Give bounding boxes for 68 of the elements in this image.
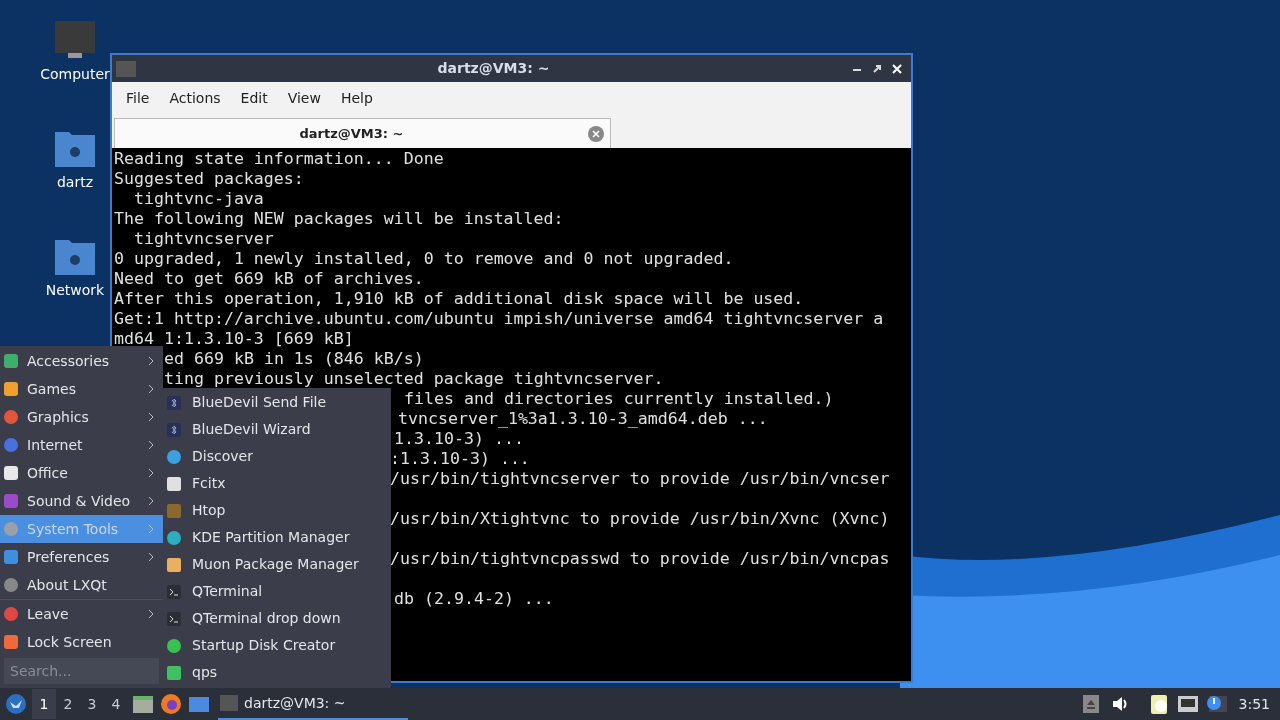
menu-item[interactable]: Startup Disk Creator bbox=[163, 632, 391, 659]
network-icon[interactable] bbox=[1176, 695, 1199, 713]
task-button[interactable]: dartz@VM3: ~ bbox=[218, 688, 408, 720]
output-line: /usr/bin/Xtightvnc to provide /usr/bin/Xvnc (Xvnc) bbox=[390, 509, 890, 529]
menu-item[interactable]: QTerminal bbox=[163, 578, 391, 605]
output-line: files and directories currently installed.) bbox=[404, 389, 834, 409]
menu-item[interactable]: Graphics bbox=[0, 403, 163, 431]
output-line: tightvnc-java bbox=[132, 189, 264, 209]
output-line: /usr/bin/tightvncserver to provide /usr/bin/vncser bbox=[390, 469, 890, 489]
menu-item[interactable]: About LXQt bbox=[0, 571, 163, 599]
clock[interactable]: 3:51 bbox=[1238, 693, 1270, 715]
search-field[interactable]: Search... bbox=[4, 658, 159, 684]
desktop-switch[interactable]: 2 bbox=[56, 689, 80, 719]
maximize-icon[interactable] bbox=[871, 62, 883, 75]
menu-item[interactable]: Sound & Video bbox=[0, 487, 163, 515]
menu-item[interactable]: BlueDevil Send File bbox=[163, 389, 391, 416]
menu-item[interactable]: Fcitx bbox=[163, 470, 391, 497]
menu-item[interactable]: View bbox=[277, 87, 331, 109]
output-line: :1.3.10-3) ... bbox=[390, 449, 530, 469]
desktop-switch[interactable]: 4 bbox=[104, 689, 128, 719]
window-title: dartz@VM3: ~ bbox=[436, 59, 551, 78]
output-line: ed 669 kB in 1s (846 kB/s) bbox=[164, 349, 424, 369]
output-line: After this operation, 1,910 kB of additional disk space will be used. bbox=[114, 289, 804, 309]
menu-item[interactable]: Lock Screen bbox=[0, 628, 163, 656]
menu-item[interactable]: Preferences bbox=[0, 543, 163, 571]
menu-item[interactable]: Internet bbox=[0, 431, 163, 459]
close-icon[interactable] bbox=[891, 62, 903, 75]
output-line: Reading state information... Done bbox=[114, 149, 444, 169]
output-line: tvncserver_1%3a1.3.10-3_amd64.deb ... bbox=[398, 409, 768, 429]
icon-label: dartz bbox=[56, 173, 94, 192]
output-line: Get:1 http://archive.ubuntu.com/ubuntu impish/universe amd64 tightvncserver a bbox=[114, 309, 884, 329]
menu-item[interactable]: Actions bbox=[159, 87, 231, 109]
desktop-icon[interactable] bbox=[188, 694, 210, 714]
output-line: ting previously unselected package tightvncserver. bbox=[164, 369, 664, 389]
menu-item[interactable]: Office bbox=[0, 459, 163, 487]
eject-icon[interactable] bbox=[1082, 695, 1099, 713]
menu-item[interactable]: Htop bbox=[163, 497, 391, 524]
output-line: md64 1:1.3.10-3 [669 kB] bbox=[114, 329, 354, 349]
desktop-switch[interactable]: 1 bbox=[32, 689, 56, 719]
output-line: 1.3.10-3) ... bbox=[394, 429, 524, 449]
output-line: db (2.9.4-2) ... bbox=[394, 589, 554, 609]
menu-item[interactable]: Help bbox=[330, 87, 383, 109]
menu-item[interactable]: Leave bbox=[0, 600, 163, 628]
output-line: The following NEW packages will be installed: bbox=[114, 209, 564, 229]
output-line: Need to get 669 kB of archives. bbox=[114, 269, 424, 289]
file-cabinet-icon[interactable] bbox=[132, 694, 154, 714]
terminal-tab[interactable]: dartz@VM3: ~ bbox=[114, 118, 611, 148]
icon-label: Network bbox=[45, 281, 105, 300]
bluetooth-icon bbox=[166, 394, 182, 411]
menu-item[interactable]: BlueDevil Wizard bbox=[163, 416, 391, 443]
menu-item[interactable]: Edit bbox=[230, 87, 278, 109]
menu-item[interactable]: QTerminal drop down bbox=[163, 605, 391, 632]
volume-icon[interactable] bbox=[1110, 696, 1129, 712]
icon-label: Computer bbox=[40, 65, 110, 84]
output-line: tightvncserver bbox=[132, 229, 274, 249]
output-line: /usr/bin/tightvncpasswd to provide /usr/bin/vncpas bbox=[390, 549, 890, 569]
menu-item[interactable]: Discover bbox=[163, 443, 391, 470]
menu-item[interactable]: File bbox=[116, 87, 160, 109]
menu-item[interactable]: Accessories bbox=[0, 347, 163, 375]
output-line: Suggested packages: bbox=[114, 169, 304, 189]
output-line: 0 upgraded, 1 newly installed, 0 to remove and 0 not upgraded. bbox=[114, 249, 734, 269]
menu-item[interactable]: Muon Package Manager bbox=[163, 551, 391, 578]
desktop-switch[interactable]: 3 bbox=[80, 689, 104, 719]
menu-item[interactable]: qps bbox=[163, 659, 391, 686]
menu-item[interactable]: Games bbox=[0, 375, 163, 403]
menu-item[interactable]: KDE Partition Manager bbox=[163, 524, 391, 551]
bluetooth-icon bbox=[166, 421, 182, 438]
monitor-icon[interactable] bbox=[54, 20, 96, 60]
